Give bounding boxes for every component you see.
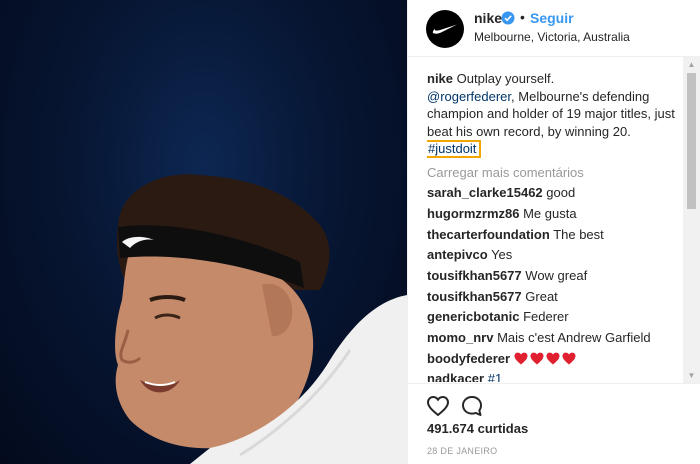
- comment-row: genericbotanic Federer: [427, 308, 685, 326]
- separator-dot: •: [520, 9, 525, 25]
- heart-outline-icon[interactable]: [426, 394, 450, 418]
- likes-count[interactable]: 491.674 curtidas: [427, 421, 528, 436]
- comment-text: Mais c'est Andrew Garfield: [497, 330, 651, 345]
- scroll-down-arrow-icon[interactable]: ▼: [683, 368, 700, 383]
- scroll-up-arrow-icon[interactable]: ▲: [683, 57, 700, 72]
- red-heart-icon: [546, 352, 560, 365]
- comment-text: The best: [553, 226, 604, 242]
- scrollbar-thumb[interactable]: [687, 73, 696, 209]
- verified-badge-icon: [501, 11, 515, 25]
- caption-mention[interactable]: @rogerfederer: [427, 89, 511, 104]
- post-photo[interactable]: [0, 0, 407, 464]
- comment-row: nadkacer #1: [427, 370, 685, 382]
- comment-row: tousifkhan5677 Wow greaf: [427, 267, 685, 285]
- red-heart-icon: [514, 352, 528, 365]
- comment-text[interactable]: #1: [488, 371, 502, 382]
- speech-bubble-icon[interactable]: [460, 394, 484, 418]
- post-details-panel: nike • Seguir Melbourne, Victoria, Austr…: [407, 0, 700, 464]
- comment-username[interactable]: antepivco: [427, 247, 488, 262]
- comment-username[interactable]: sarah_clarke15462: [427, 185, 543, 200]
- comment-text: Wow greaf: [525, 267, 588, 283]
- comment-text: Federer: [523, 309, 569, 325]
- comment-text: good: [546, 185, 576, 201]
- comment-username[interactable]: tousifkhan5677: [427, 289, 522, 304]
- comment-row: hugormzrmz86 Me gusta: [427, 205, 685, 223]
- nike-swoosh-icon[interactable]: [426, 10, 464, 48]
- comment-username[interactable]: nadkacer: [427, 371, 484, 382]
- comment-username[interactable]: boodyfederer: [427, 351, 510, 366]
- location-link[interactable]: Melbourne, Victoria, Australia: [474, 30, 630, 44]
- comment-username[interactable]: thecarterfoundation: [427, 227, 550, 242]
- comment-username[interactable]: momo_nrv: [427, 330, 493, 345]
- comment-text: Yes: [491, 247, 513, 263]
- comment-username[interactable]: hugormzrmz86: [427, 206, 519, 221]
- caption: nike Outplay yourself. @rogerfederer, Me…: [427, 70, 685, 158]
- comment-text: Great: [525, 288, 558, 304]
- comments-scrollbar[interactable]: ▲ ▼: [683, 57, 700, 383]
- caption-line1: Outplay yourself.: [456, 71, 555, 86]
- load-more-comments-link[interactable]: Carregar mais comentários: [427, 164, 685, 182]
- comment-row: sarah_clarke15462 good: [427, 184, 685, 202]
- player-illustration: [115, 174, 407, 464]
- caption-hashtag[interactable]: #justdoit: [427, 140, 482, 158]
- header-username[interactable]: nike: [474, 10, 502, 26]
- comment-row: momo_nrv Mais c'est Andrew Garfield: [427, 329, 685, 347]
- comment-username[interactable]: tousifkhan5677: [427, 268, 522, 283]
- red-heart-icon: [562, 352, 576, 365]
- comment-row: antepivco Yes: [427, 246, 685, 264]
- post-header: nike • Seguir Melbourne, Victoria, Austr…: [408, 0, 700, 57]
- comment-row: thecarterfoundation The best: [427, 226, 685, 244]
- comment-row: tousifkhan5677 Great: [427, 288, 685, 306]
- post-date[interactable]: 28 DE JANEIRO: [427, 446, 497, 456]
- comment-row: boodyfederer: [427, 350, 685, 368]
- caption-username[interactable]: nike: [427, 71, 453, 86]
- red-heart-icon: [530, 352, 544, 365]
- follow-button[interactable]: Seguir: [530, 10, 574, 26]
- post-actions: 491.674 curtidas 28 DE JANEIRO: [408, 383, 700, 464]
- heart-emojis: [514, 352, 576, 365]
- comment-text: Me gusta: [523, 205, 577, 221]
- comments-list[interactable]: nike Outplay yourself. @rogerfederer, Me…: [427, 70, 685, 382]
- comment-username[interactable]: genericbotanic: [427, 309, 519, 324]
